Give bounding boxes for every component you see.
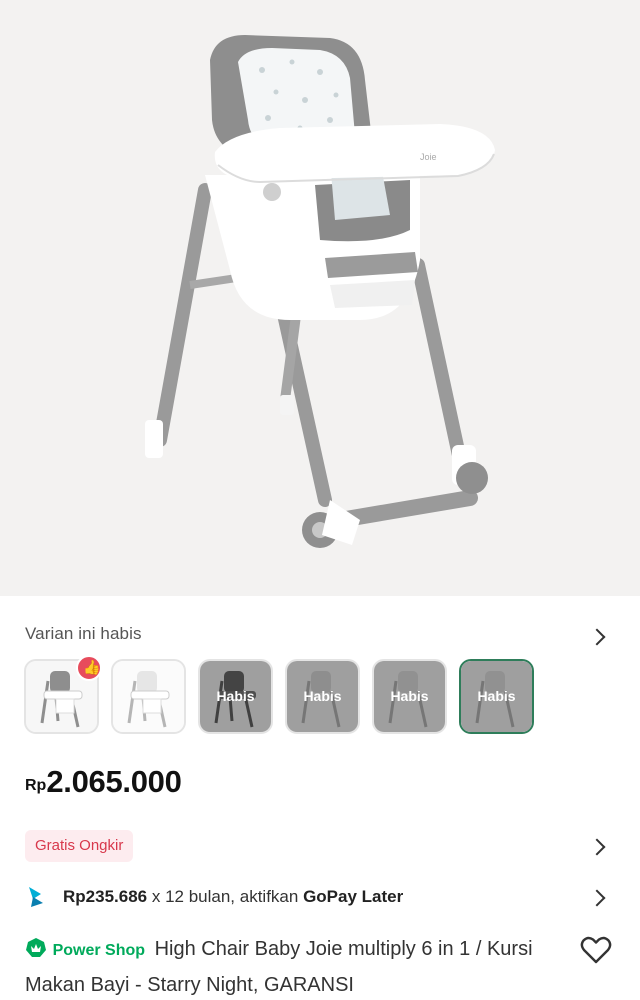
sold-out-label: Habis (216, 688, 255, 704)
variant-thumb-4[interactable]: Habis (285, 659, 360, 734)
variant-thumbnails: Habis Habis Habis Habis (24, 659, 624, 735)
svg-text:Joie: Joie (420, 152, 437, 162)
sold-out-label: Habis (303, 688, 342, 704)
gopay-later-icon (29, 887, 43, 907)
free-shipping-badge: Gratis Ongkir (25, 830, 134, 862)
variant-thumb-2[interactable] (111, 659, 186, 734)
variant-thumb-6[interactable]: Habis (459, 659, 534, 734)
product-title: Power Shop High Chair Baby Joie multiply… (25, 932, 565, 1000)
variant-label: Varian ini habis (25, 624, 142, 643)
heart-outline-icon[interactable] (580, 935, 612, 965)
thumb-chair-image (113, 661, 184, 732)
installment-amount: Rp235.686 (63, 887, 148, 906)
variant-thumb-3[interactable]: Habis (198, 659, 273, 734)
power-shop-icon (26, 938, 46, 957)
chevron-right-icon[interactable] (588, 889, 606, 907)
thumb-up-icon: 👍 (76, 655, 102, 681)
price-amount: 2.065.000 (46, 764, 182, 799)
high-chair-illustration: Joie (145, 35, 495, 548)
variant-thumb-5[interactable]: Habis (372, 659, 447, 734)
power-shop-label: Power Shop (52, 942, 146, 959)
sold-out-label: Habis (477, 688, 516, 704)
chevron-right-icon[interactable] (588, 628, 606, 646)
installment-text: Rp235.686 x 12 bulan, aktifkan GoPay Lat… (63, 887, 403, 907)
product-image[interactable]: Joie (0, 0, 640, 596)
installment-row[interactable]: Rp235.686 x 12 bulan, aktifkan GoPay Lat… (25, 882, 615, 912)
price-currency: Rp (25, 777, 47, 794)
product-price: Rp2.065.000 (25, 764, 182, 800)
variant-header[interactable]: Varian ini habis (0, 616, 640, 656)
installment-terms: x 12 bulan, aktifkan (147, 887, 304, 906)
chevron-right-icon[interactable] (588, 838, 606, 856)
sold-out-label: Habis (390, 688, 429, 704)
installment-provider[interactable]: GoPay Later (303, 887, 403, 906)
